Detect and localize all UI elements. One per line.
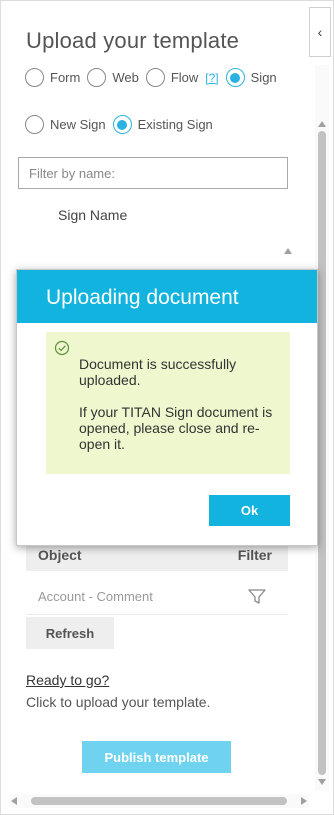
success-message: Document is successfully uploaded.	[79, 356, 237, 388]
check-circle-icon	[54, 340, 70, 356]
ok-button[interactable]: Ok	[209, 495, 290, 526]
radio-flow-label[interactable]: Flow	[171, 70, 198, 85]
dialog-title: Uploading document	[46, 286, 239, 309]
chevron-left-icon: ‹	[317, 24, 323, 40]
radio-sign[interactable]	[225, 68, 245, 87]
page-title: Upload your template	[26, 28, 240, 53]
radio-web[interactable]	[87, 68, 107, 87]
horizontal-scroll-thumb[interactable]	[31, 797, 287, 805]
sign-mode-radio-group: New Sign Existing Sign	[25, 115, 220, 134]
horizontal-scrollbar[interactable]	[9, 794, 309, 808]
radio-sign-label[interactable]: Sign	[251, 70, 277, 85]
funnel-icon[interactable]	[248, 588, 266, 605]
list-scroll-up-icon[interactable]	[284, 248, 292, 254]
radio-new-sign-label[interactable]: New Sign	[50, 117, 106, 132]
publish-template-button[interactable]: Publish template	[82, 741, 231, 773]
radio-form[interactable]	[25, 68, 44, 87]
filter-column-header: Filter	[237, 546, 272, 563]
sign-name-column-header: Sign Name	[58, 207, 128, 223]
upload-instruction-text: Click to upload your template.	[26, 694, 211, 710]
scroll-right-arrow-icon[interactable]	[301, 797, 307, 805]
scroll-up-arrow-icon[interactable]	[318, 121, 326, 127]
radio-new-sign[interactable]	[25, 115, 44, 134]
refresh-button[interactable]: Refresh	[26, 617, 114, 649]
ready-to-go-link[interactable]: Ready to go?	[26, 672, 109, 688]
object-name: Account - Comment	[38, 589, 153, 604]
success-message-box: Document is successfully uploaded. If yo…	[46, 332, 290, 474]
reopen-note: If your TITAN Sign document is opened, p…	[79, 404, 273, 452]
dialog-header: Uploading document	[17, 270, 317, 323]
scroll-left-arrow-icon[interactable]	[11, 797, 17, 805]
flow-help-link[interactable]: [?]	[205, 71, 218, 85]
filter-by-name-input[interactable]	[18, 157, 288, 189]
radio-web-label[interactable]: Web	[112, 70, 139, 85]
table-row: Account - Comment	[26, 579, 288, 615]
collapse-panel-button[interactable]: ‹	[309, 7, 331, 57]
template-type-radio-group: Form Web Flow [?] Sign	[25, 68, 284, 87]
radio-existing-sign-label[interactable]: Existing Sign	[138, 117, 213, 132]
vertical-scroll-thumb[interactable]	[318, 131, 326, 775]
uploading-document-dialog: Uploading document Document is successfu…	[16, 269, 318, 546]
object-column-header: Object	[38, 546, 82, 563]
radio-form-label[interactable]: Form	[50, 70, 80, 85]
radio-flow[interactable]	[145, 68, 165, 87]
radio-existing-sign[interactable]	[112, 115, 132, 134]
scroll-down-arrow-icon[interactable]	[318, 779, 326, 785]
